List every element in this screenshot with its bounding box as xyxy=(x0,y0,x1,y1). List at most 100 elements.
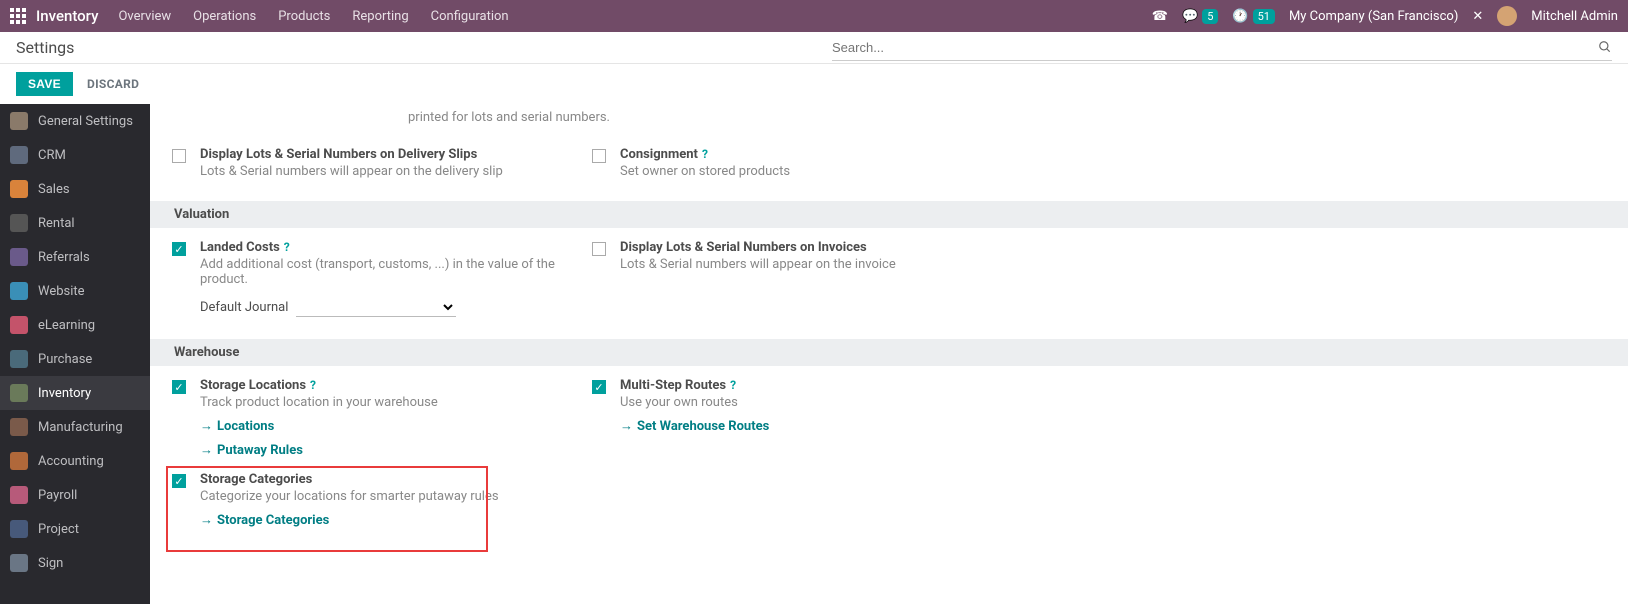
opt-title: Storage Categories xyxy=(200,472,586,487)
discard-button[interactable]: DISCARD xyxy=(87,77,139,91)
app-name[interactable]: Inventory xyxy=(36,7,98,25)
sidebar-icon xyxy=(10,214,28,232)
opt-title: Multi-Step Routes? xyxy=(620,378,1006,393)
nav-operations[interactable]: Operations xyxy=(193,9,256,24)
sidebar-icon xyxy=(10,248,28,266)
sidebar-label: Accounting xyxy=(38,454,104,469)
nav-configuration[interactable]: Configuration xyxy=(431,9,509,24)
chat-badge: 5 xyxy=(1202,9,1218,24)
checkbox-landed-costs[interactable] xyxy=(172,242,186,256)
sidebar-item-accounting[interactable]: Accounting xyxy=(0,444,150,478)
sidebar-item-general-settings[interactable]: General Settings xyxy=(0,104,150,138)
sidebar-item-website[interactable]: Website xyxy=(0,274,150,308)
topbar: Inventory Overview Operations Products R… xyxy=(0,0,1628,32)
apps-icon[interactable] xyxy=(10,8,26,24)
sidebar-item-elearning[interactable]: eLearning xyxy=(0,308,150,342)
sidebar-icon xyxy=(10,418,28,436)
help-icon[interactable]: ? xyxy=(730,378,736,392)
opt-desc: Lots & Serial numbers will appear on the… xyxy=(200,164,586,179)
checkbox-invoice-lots[interactable] xyxy=(592,242,606,256)
sidebar-item-project[interactable]: Project xyxy=(0,512,150,546)
activity-badge: 51 xyxy=(1253,9,1275,24)
sidebar-item-manufacturing[interactable]: Manufacturing xyxy=(0,410,150,444)
checkbox-storage-categories[interactable] xyxy=(172,474,186,488)
user-name[interactable]: Mitchell Admin xyxy=(1531,9,1618,24)
sidebar-item-crm[interactable]: CRM xyxy=(0,138,150,172)
sidebar-icon xyxy=(10,112,28,130)
opt-landed-costs: Landed Costs? Add additional cost (trans… xyxy=(166,240,586,317)
sidebar-item-inventory[interactable]: Inventory xyxy=(0,376,150,410)
opt-delivery-slips: Display Lots & Serial Numbers on Deliver… xyxy=(166,147,586,179)
checkbox-storage-locations[interactable] xyxy=(172,380,186,394)
opt-title: Display Lots & Serial Numbers on Invoice… xyxy=(620,240,1006,255)
default-journal-select[interactable] xyxy=(296,297,456,317)
link-putaway-rules[interactable]: → Putaway Rules xyxy=(200,442,303,458)
checkbox-consignment[interactable] xyxy=(592,149,606,163)
opt-invoice-lots: Display Lots & Serial Numbers on Invoice… xyxy=(586,240,1006,272)
opt-title: Consignment? xyxy=(620,147,1006,162)
sidebar-icon xyxy=(10,316,28,334)
link-storage-categories[interactable]: → Storage Categories xyxy=(200,512,329,528)
opt-storage-locations: Storage Locations? Track product locatio… xyxy=(166,378,586,458)
sidebar-label: Referrals xyxy=(38,250,90,265)
nav-reporting[interactable]: Reporting xyxy=(352,9,408,24)
avatar[interactable] xyxy=(1497,6,1517,26)
help-icon[interactable]: ? xyxy=(310,378,316,392)
sidebar-label: General Settings xyxy=(38,114,133,129)
sidebar-item-rental[interactable]: Rental xyxy=(0,206,150,240)
opt-desc: Use your own routes xyxy=(620,395,1006,410)
help-icon[interactable]: ? xyxy=(284,240,290,254)
sidebar-label: Rental xyxy=(38,216,75,231)
sidebar-label: Project xyxy=(38,522,79,537)
opt-title: Storage Locations? xyxy=(200,378,586,393)
link-locations[interactable]: → Locations xyxy=(200,418,274,434)
search-icon[interactable] xyxy=(1598,40,1612,54)
search-input[interactable] xyxy=(832,40,1598,55)
sidebar-label: CRM xyxy=(38,148,66,163)
sidebar-item-purchase[interactable]: Purchase xyxy=(0,342,150,376)
settings-sidebar: General Settings CRM Sales Rental Referrals W… xyxy=(0,104,150,604)
debug-icon[interactable]: ✕ xyxy=(1472,9,1483,24)
opt-desc: Categorize your locations for smarter pu… xyxy=(200,489,586,504)
opt-consignment: Consignment? Set owner on stored product… xyxy=(586,147,1006,179)
checkbox-delivery-slips[interactable] xyxy=(172,149,186,163)
subheader: Settings xyxy=(0,32,1628,64)
help-icon[interactable]: ? xyxy=(702,147,708,161)
opt-multistep-routes: Multi-Step Routes? Use your own routes →… xyxy=(586,378,1006,434)
search-wrap xyxy=(832,35,1612,61)
sidebar-label: Website xyxy=(38,284,85,299)
journal-label: Default Journal xyxy=(200,300,288,315)
content: printed for lots and serial numbers. Dis… xyxy=(150,104,1628,604)
opt-desc: Set owner on stored products xyxy=(620,164,1006,179)
opt-title: Landed Costs? xyxy=(200,240,586,255)
sidebar-item-referrals[interactable]: Referrals xyxy=(0,240,150,274)
sidebar-item-payroll[interactable]: Payroll xyxy=(0,478,150,512)
sidebar-label: eLearning xyxy=(38,318,95,333)
link-warehouse-routes[interactable]: → Set Warehouse Routes xyxy=(620,418,769,434)
truncated-desc: printed for lots and serial numbers. xyxy=(150,104,1628,135)
activity-button[interactable]: 🕐51 xyxy=(1232,9,1275,24)
opt-desc: Add additional cost (transport, customs,… xyxy=(200,257,586,287)
sidebar-label: Sales xyxy=(38,182,70,197)
phone-icon[interactable]: ☎ xyxy=(1152,9,1168,24)
save-button[interactable]: SAVE xyxy=(16,72,73,96)
opt-desc: Lots & Serial numbers will appear on the… xyxy=(620,257,1006,272)
checkbox-multistep[interactable] xyxy=(592,380,606,394)
sidebar-item-sales[interactable]: Sales xyxy=(0,172,150,206)
sidebar-icon xyxy=(10,146,28,164)
nav-overview[interactable]: Overview xyxy=(118,9,171,24)
chat-button[interactable]: 💬5 xyxy=(1182,9,1218,24)
company-switcher[interactable]: My Company (San Francisco) xyxy=(1289,9,1458,24)
nav-products[interactable]: Products xyxy=(278,9,330,24)
opt-title: Display Lots & Serial Numbers on Deliver… xyxy=(200,147,586,162)
actions-bar: SAVE DISCARD xyxy=(0,64,1628,104)
sidebar-item-sign[interactable]: Sign xyxy=(0,546,150,580)
sidebar-icon xyxy=(10,486,28,504)
sidebar-label: Payroll xyxy=(38,488,77,503)
default-journal-row: Default Journal xyxy=(200,297,586,317)
sidebar-label: Inventory xyxy=(38,386,91,401)
sidebar-icon xyxy=(10,350,28,368)
opt-storage-categories: Storage Categories Categorize your locat… xyxy=(166,472,586,528)
section-valuation: Valuation xyxy=(150,201,1628,228)
sidebar-label: Manufacturing xyxy=(38,420,123,435)
